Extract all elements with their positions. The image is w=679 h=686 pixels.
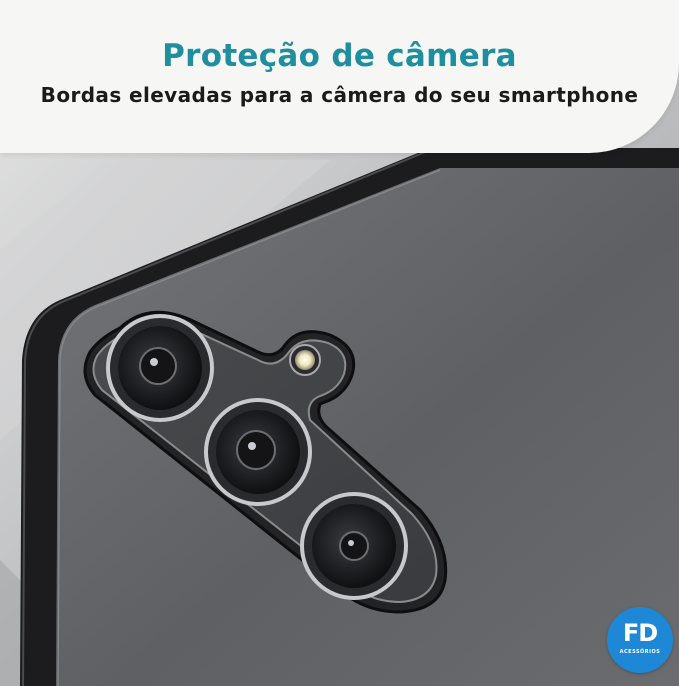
camera-lens-bottom [300, 492, 408, 600]
camera-lens-top [106, 314, 214, 422]
info-banner: Proteção de câmera Bordas elevadas para … [0, 0, 679, 153]
camera-lens-middle [204, 398, 312, 506]
brand-logo: FD ACESSÓRIOS [607, 607, 673, 673]
logo-mark: FD [622, 619, 658, 647]
banner-title: Proteção de câmera [162, 38, 517, 74]
logo-subtext: ACESSÓRIOS [619, 649, 661, 655]
banner-subtitle: Bordas elevadas para a câmera do seu sma… [40, 83, 639, 107]
camera-flash [289, 344, 321, 376]
